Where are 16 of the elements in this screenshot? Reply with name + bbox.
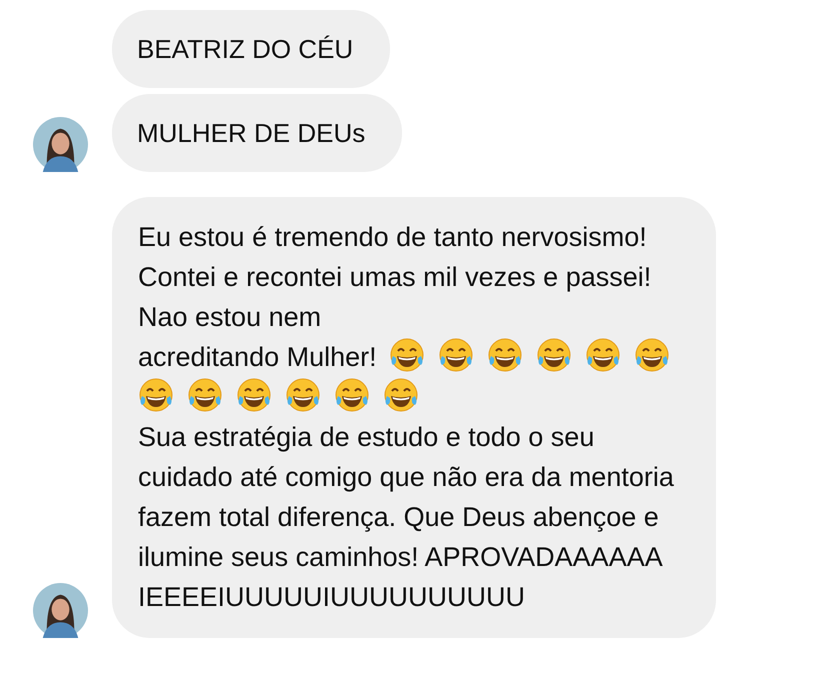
laughing-tears-emoji-icon xyxy=(536,337,572,373)
message-text: acreditando Mulher! xyxy=(138,342,377,372)
laughing-tears-emoji-icon xyxy=(383,377,419,413)
laughing-tears-emoji-icon xyxy=(236,377,272,413)
laughing-tears-emoji-icon xyxy=(634,337,670,373)
message-text: Sua estratégia de estudo e todo o seu cuidado até comigo que não era da mentoria fazem total diferença. Que Deus abençoe e ilumine seus caminhos! APROVADAAAAAA IEEEEIUUUUUIUUUUUUUUUU xyxy=(138,421,675,614)
laughing-tears-emoji-icon xyxy=(138,377,174,413)
laughing-tears-emoji-icon xyxy=(438,337,474,373)
laughing-tears-emoji-icon xyxy=(334,377,370,413)
laughing-tears-emoji-icon xyxy=(285,377,321,413)
laughing-tears-emoji-icon xyxy=(584,337,621,373)
message-text: MULHER DE DEUs xyxy=(137,118,366,148)
laughing-tears-emoji-icon xyxy=(388,337,425,373)
message-text: BEATRIZ DO CÉU xyxy=(137,34,354,64)
laughing-tears-emoji-icon xyxy=(187,377,223,413)
laughing-tears-emoji-icon xyxy=(486,337,523,373)
